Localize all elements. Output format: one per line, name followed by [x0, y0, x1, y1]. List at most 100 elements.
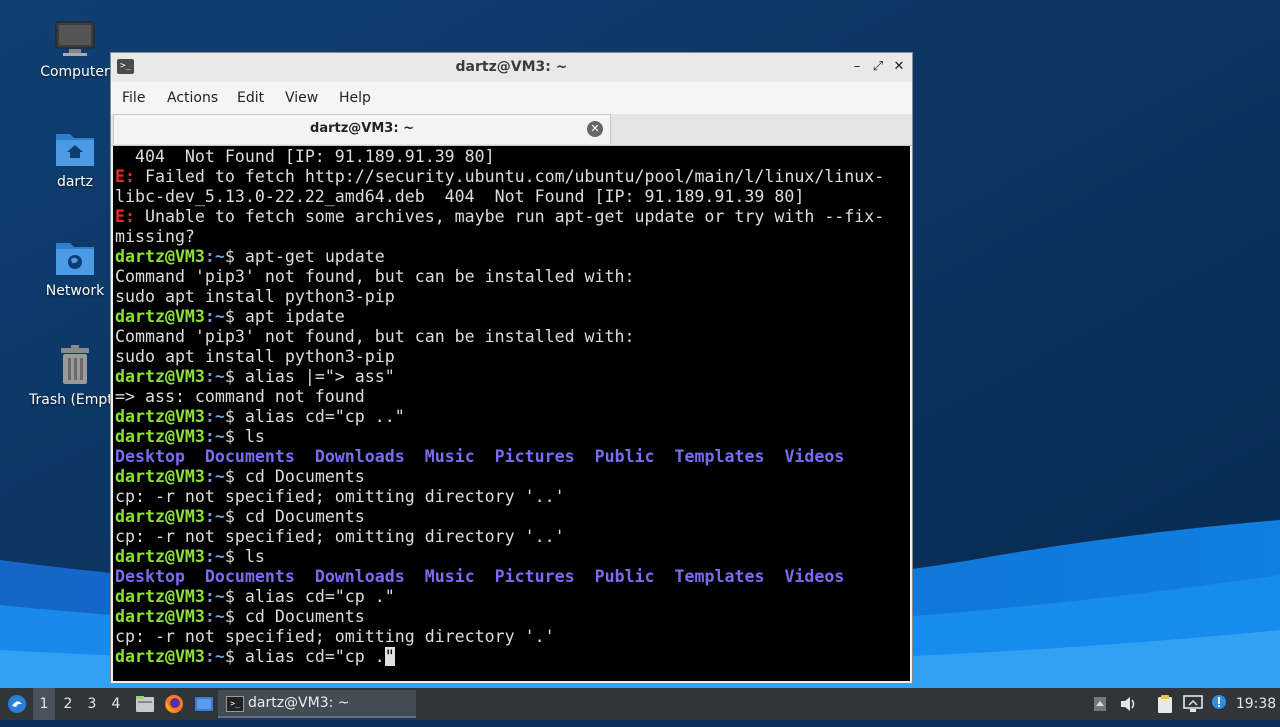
- prompt-user: dartz@VM3: [115, 247, 205, 266]
- clipboard-button[interactable]: [1154, 688, 1176, 720]
- desktop-icon-home-folder[interactable]: dartz: [30, 128, 120, 190]
- tab-bar: dartz@VM3: ~ ✕: [111, 114, 912, 146]
- prompt-user: dartz@VM3: [115, 407, 205, 426]
- network-status-button[interactable]: [1181, 688, 1205, 720]
- prompt-path: :~: [204, 647, 225, 666]
- directory-entry: Templates: [674, 447, 765, 466]
- terminal-line: cp: -r not specified; omitting directory…: [115, 627, 910, 647]
- prompt-symbol: $: [224, 407, 235, 426]
- output-text: sudo apt install python3-pip: [115, 347, 395, 366]
- workspace-3[interactable]: 3: [81, 688, 103, 720]
- desktop-icon-network[interactable]: Network: [30, 237, 120, 299]
- taskbar: 1 2 3 4 >_ dartz@VM3: ~ 19:38: [0, 688, 1280, 720]
- directory-entry: Templates: [674, 567, 765, 586]
- workspace-2[interactable]: 2: [57, 688, 79, 720]
- menu-help[interactable]: Help: [339, 90, 371, 106]
- prompt-path: :~: [204, 247, 225, 266]
- output-text: cp: -r not specified; omitting directory…: [115, 627, 555, 646]
- directory-entry: Videos: [784, 567, 845, 586]
- output-text: => ass: command not found: [115, 387, 365, 406]
- menu-actions[interactable]: Actions: [167, 90, 218, 106]
- tab-title: dartz@VM3: ~: [310, 121, 414, 136]
- firefox-icon: [165, 695, 183, 713]
- tray-expand-button[interactable]: [1090, 688, 1110, 720]
- lubuntu-logo-icon: [8, 695, 26, 713]
- terminal-line: cp: -r not specified; omitting directory…: [115, 527, 910, 547]
- folder-icon: [136, 696, 154, 712]
- desktop-icon-label: Trash (Empty): [29, 392, 111, 408]
- volume-icon: [1121, 697, 1135, 711]
- command-text: ls: [234, 547, 265, 566]
- prompt-user: dartz@VM3: [115, 607, 205, 626]
- menu-edit[interactable]: Edit: [237, 90, 264, 106]
- command-text: alias |="> ass": [234, 367, 395, 386]
- menu-view[interactable]: View: [285, 90, 318, 106]
- terminal-line: missing?: [115, 227, 910, 247]
- close-button[interactable]: ✕: [889, 57, 909, 77]
- desktop-icon-computer[interactable]: Computer: [30, 20, 120, 80]
- command-text: cd Documents: [234, 467, 365, 486]
- terminal-line: Desktop Documents Downloads Music Pictur…: [115, 567, 910, 587]
- menubar: File Actions Edit View Help: [111, 82, 912, 114]
- chevron-up-icon: [1094, 697, 1106, 711]
- terminal-line: 404 Not Found [IP: 91.189.91.39 80]: [115, 147, 910, 167]
- directory-entry: Downloads: [314, 567, 405, 586]
- prompt-path: :~: [204, 507, 225, 526]
- menu-file[interactable]: File: [122, 90, 145, 106]
- terminal-output[interactable]: 404 Not Found [IP: 91.189.91.39 80] E: Fa…: [113, 146, 910, 681]
- command-text: cd Documents: [234, 607, 365, 626]
- prompt-user: dartz@VM3: [115, 367, 205, 386]
- show-desktop-button[interactable]: [192, 688, 216, 720]
- output-text: Command 'pip3' not found, but can be ins…: [115, 267, 635, 286]
- start-menu-button[interactable]: [4, 688, 30, 720]
- firefox-launcher[interactable]: [162, 688, 186, 720]
- directory-entry: Desktop: [115, 567, 185, 586]
- output-text: sudo apt install python3-pip: [115, 287, 395, 306]
- terminal-line: Desktop Documents Downloads Music Pictur…: [115, 447, 910, 467]
- terminal-line: dartz@VM3:~$ alias cd="cp .": [115, 587, 910, 607]
- terminal-line: dartz@VM3:~$ cd Documents: [115, 607, 910, 627]
- terminal-line: Command 'pip3' not found, but can be ins…: [115, 267, 910, 287]
- maximize-button[interactable]: ⤢: [868, 57, 888, 77]
- clock[interactable]: 19:38: [1234, 688, 1278, 720]
- workspace-4[interactable]: 4: [105, 688, 127, 720]
- clipboard-icon: [1158, 695, 1172, 713]
- directory-entry: Desktop: [115, 447, 185, 466]
- taskbar-window-label: dartz@VM3: ~: [248, 695, 350, 711]
- command-text: alias cd="cp ..": [234, 407, 405, 426]
- network-icon: [1183, 695, 1203, 712]
- file-manager-launcher[interactable]: [133, 688, 157, 720]
- terminal-line: dartz@VM3:~$ cd Documents: [115, 507, 910, 527]
- home-folder-icon: [56, 134, 94, 166]
- minimize-button[interactable]: –: [847, 57, 867, 77]
- prompt-user: dartz@VM3: [115, 587, 205, 606]
- prompt-path: :~: [204, 427, 225, 446]
- directory-entry: Music: [424, 447, 475, 466]
- desktop-icon-label: dartz: [56, 174, 94, 190]
- terminal-line: Command 'pip3' not found, but can be ins…: [115, 327, 910, 347]
- workspace-1[interactable]: 1: [33, 688, 55, 720]
- output-text: cp: -r not specified; omitting directory…: [115, 527, 565, 546]
- tab-close-icon[interactable]: ✕: [587, 121, 603, 137]
- terminal-window: >_ dartz@VM3: ~ – ⤢ ✕ File Actions Edit …: [110, 52, 913, 684]
- desktop-icon: [195, 697, 213, 711]
- volume-button[interactable]: [1117, 688, 1139, 720]
- prompt-user: dartz@VM3: [115, 467, 205, 486]
- window-titlebar[interactable]: >_ dartz@VM3: ~ – ⤢ ✕: [111, 53, 912, 82]
- prompt-user: dartz@VM3: [115, 547, 205, 566]
- directory-entry: Public: [594, 447, 655, 466]
- prompt-path: :~: [204, 407, 225, 426]
- output-text: Unable to fetch some archives, maybe run…: [134, 207, 885, 226]
- taskbar-window-terminal[interactable]: >_ dartz@VM3: ~: [218, 690, 416, 718]
- trash-icon: [61, 345, 89, 384]
- terminal-line: dartz@VM3:~$ alias |="> ass": [115, 367, 910, 387]
- prompt-symbol: $: [224, 307, 235, 326]
- terminal-tab[interactable]: dartz@VM3: ~ ✕: [113, 114, 611, 144]
- output-text: cp: -r not specified; omitting directory…: [115, 487, 565, 506]
- terminal-line: dartz@VM3:~$ apt ipdate: [115, 307, 910, 327]
- terminal-line: cp: -r not specified; omitting directory…: [115, 487, 910, 507]
- updates-notifier[interactable]: [1208, 688, 1230, 720]
- output-text: 404 Not Found [IP: 91.189.91.39 80]: [115, 147, 495, 166]
- desktop-icon-trash[interactable]: Trash (Empty): [29, 344, 120, 408]
- prompt-symbol: $: [224, 367, 235, 386]
